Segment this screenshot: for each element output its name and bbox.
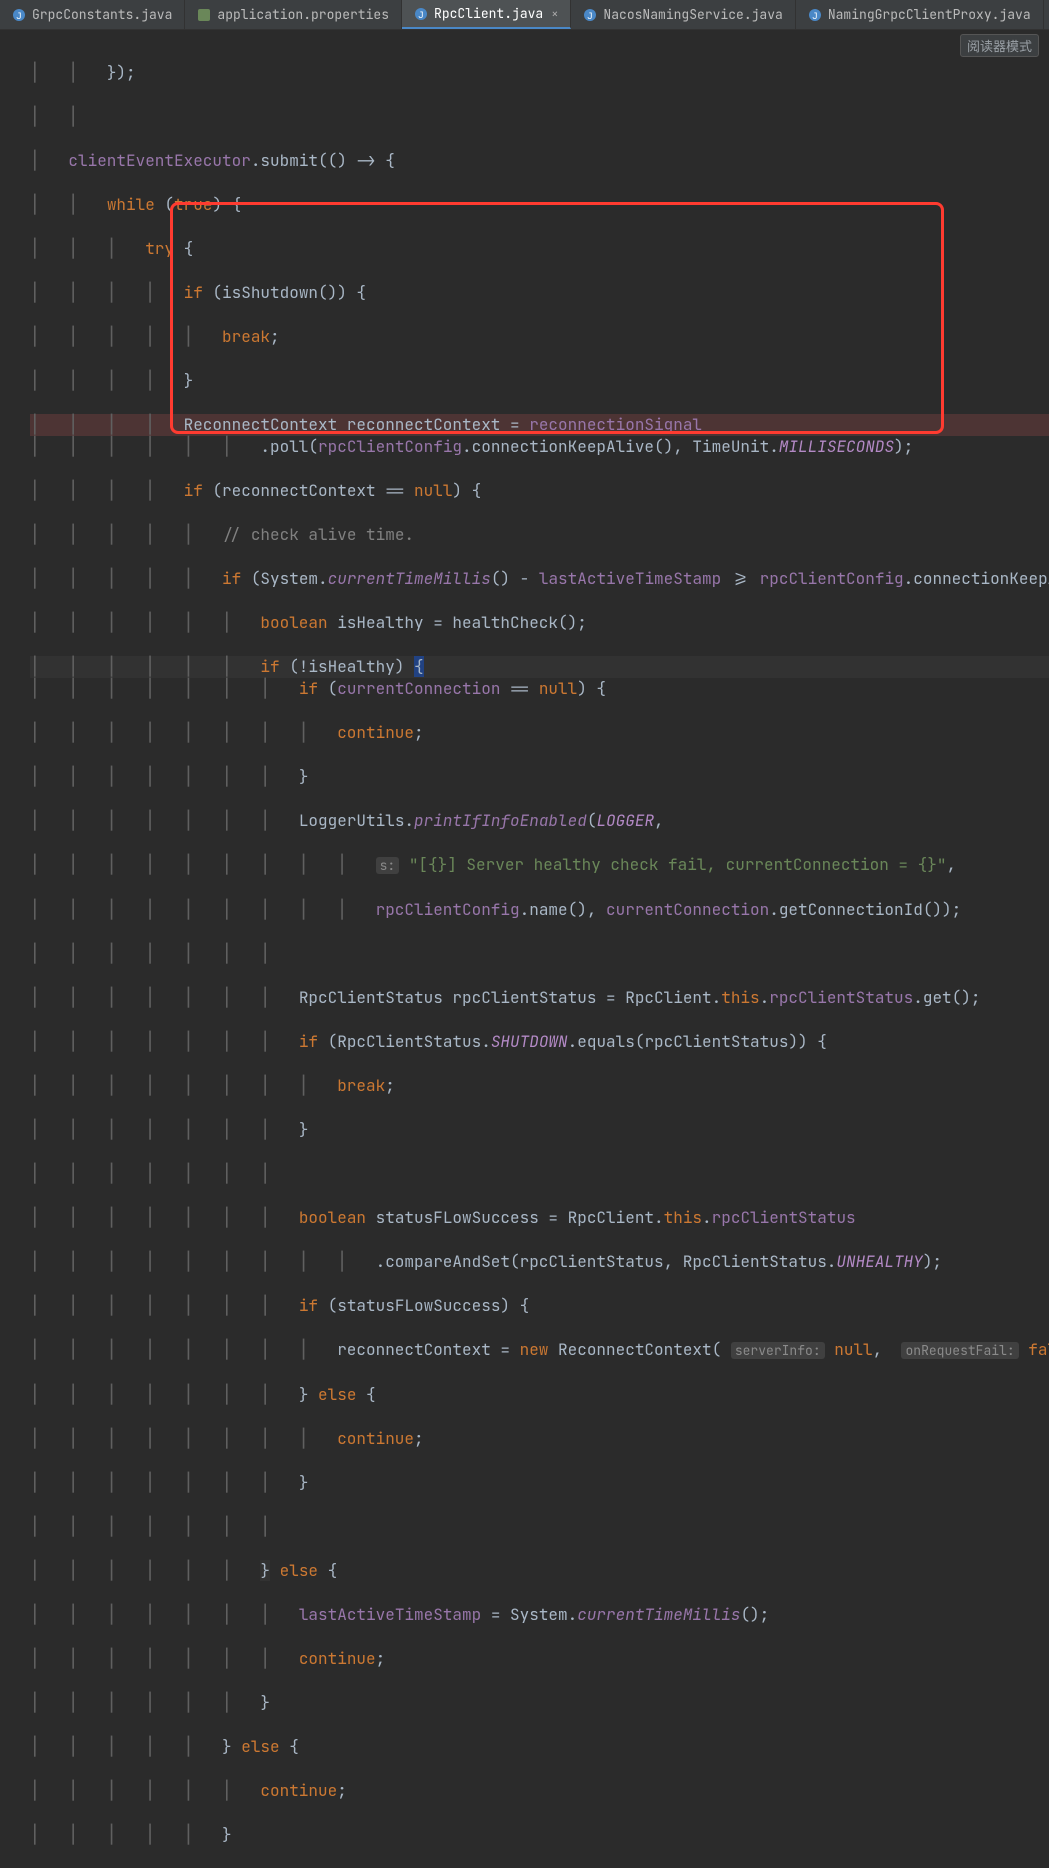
code-line: │ │ │ │ │ │ │ │ │ .compareAndSet(rpcClie… bbox=[30, 1251, 1049, 1273]
code-line: │ │ │ │ │ } else { bbox=[30, 1736, 1049, 1758]
svg-text:J: J bbox=[588, 10, 593, 22]
code-line: │ │ │ │ │ break; bbox=[30, 326, 1049, 348]
tab-label: application.properties bbox=[217, 6, 389, 23]
code-line: │ │ │ │ │ │ │ if (currentConnection == n… bbox=[30, 678, 1049, 700]
code-line: │ │ │ │ │ // check alive time. bbox=[30, 524, 1049, 546]
tab-naminggrpcclientproxy[interactable]: J NamingGrpcClientProxy.java bbox=[796, 0, 1044, 29]
code-line: │ │ │ │ │ } bbox=[30, 1824, 1049, 1846]
svg-text:J: J bbox=[812, 10, 817, 22]
code-line: │ │ │ │ │ │ │ │ continue; bbox=[30, 1428, 1049, 1450]
java-icon: J bbox=[12, 8, 26, 22]
tab-nacosnamingservice[interactable]: J NacosNamingService.java bbox=[571, 0, 795, 29]
code-line: │ │ │ │ │ │ boolean isHealthy = healthCh… bbox=[30, 612, 1049, 634]
code-line: │ │ │ │ │ │ │ } bbox=[30, 766, 1049, 788]
tab-grpcconstants[interactable]: J GrpcConstants.java bbox=[0, 0, 185, 29]
svg-text:J: J bbox=[418, 9, 423, 21]
code-line: │ │ │ │ if (reconnectContext == null) { bbox=[30, 480, 1049, 502]
code-line: │ │ │ │ │ │ } bbox=[30, 1692, 1049, 1714]
code-line-highlighted: │ │ │ │ ReconnectContext reconnectContex… bbox=[30, 414, 1049, 436]
code-line: │ │ │ │ │ │ │ if (statusFLowSuccess) { bbox=[30, 1295, 1049, 1317]
code-line: │ │ │ │ if (isShutdown()) { bbox=[30, 282, 1049, 304]
tab-label: NacosNamingService.java bbox=[603, 6, 782, 23]
code-line: │ │ │ │ │ if (System.currentTimeMillis()… bbox=[30, 568, 1049, 590]
code-line: │ │ │ │ │ │ │ continue; bbox=[30, 1648, 1049, 1670]
code-line: │ │ │ │ │ │ │ │ reconnectContext = new R… bbox=[30, 1339, 1049, 1362]
code-line: │ │ │ │ │ │ │ LoggerUtils.printIfInfoEna… bbox=[30, 810, 1049, 832]
code-line: │ │ │ │ │ │ │ │ │ s: "[{}] Server health… bbox=[30, 854, 1049, 877]
code-line: │ │ │ │ │ │ │ │ continue; bbox=[30, 722, 1049, 744]
code-line: │ │ │ │ │ │ │ } bbox=[30, 1119, 1049, 1141]
tab-label: GrpcConstants.java bbox=[32, 6, 172, 23]
code-line-caret: │ │ │ │ │ │ if (!isHealthy) { bbox=[30, 656, 1049, 678]
java-icon: J bbox=[808, 8, 822, 22]
code-line: │ │ }); bbox=[30, 62, 1049, 84]
code-line: │ │ │ │ │ │ │ boolean statusFLowSuccess … bbox=[30, 1207, 1049, 1229]
tab-application-properties[interactable]: application.properties bbox=[185, 0, 402, 29]
code-line: │ │ bbox=[30, 106, 1049, 128]
code-line: │ │ │ │ │ │ │ bbox=[30, 1516, 1049, 1538]
java-icon: J bbox=[583, 8, 597, 22]
param-hint: onRequestFail: bbox=[901, 1342, 1018, 1359]
code-editor[interactable]: │ │ }); │ │ │ clientEventExecutor.submit… bbox=[0, 30, 1049, 1868]
tab-rpcclientfactory[interactable]: J RpcClientFactory.java bbox=[1044, 0, 1049, 29]
close-icon[interactable]: × bbox=[551, 6, 558, 22]
code-line: │ │ │ │ │ │ │ │ │ rpcClientConfig.name()… bbox=[30, 899, 1049, 921]
svg-text:J: J bbox=[16, 10, 21, 22]
code-line: │ │ │ │ │ │ continue; bbox=[30, 1780, 1049, 1802]
param-hint: s: bbox=[376, 857, 400, 874]
code-line: │ │ │ │ │ │ │ } else { bbox=[30, 1384, 1049, 1406]
param-hint: serverInfo: bbox=[731, 1342, 825, 1359]
code-line: │ │ │ │ │ │ │ │ break; bbox=[30, 1075, 1049, 1097]
editor-tabs: J GrpcConstants.java application.propert… bbox=[0, 0, 1049, 30]
java-icon: J bbox=[414, 7, 428, 21]
code-line: │ │ while (true) { bbox=[30, 194, 1049, 216]
code-line: │ │ │ │ │ │ │ lastActiveTimeStamp = Syst… bbox=[30, 1604, 1049, 1626]
code-line: │ │ │ try { bbox=[30, 238, 1049, 260]
code-line: │ │ │ │ │ │ │ RpcClientStatus rpcClientS… bbox=[30, 987, 1049, 1009]
tab-label: NamingGrpcClientProxy.java bbox=[828, 6, 1031, 23]
tab-label: RpcClient.java bbox=[434, 5, 543, 22]
code-line: │ │ │ │ │ │ } else { bbox=[30, 1560, 1049, 1582]
props-icon bbox=[197, 8, 211, 22]
code-line: │ │ │ │ │ │ │ if (RpcClientStatus.SHUTDO… bbox=[30, 1031, 1049, 1053]
code-line: │ │ │ │ │ │ │ } bbox=[30, 1472, 1049, 1494]
code-line: │ clientEventExecutor.submit(() -> { bbox=[30, 150, 1049, 172]
code-line: │ │ │ │ │ │ .poll(rpcClientConfig.connec… bbox=[30, 436, 1049, 458]
tab-rpcclient[interactable]: J RpcClient.java × bbox=[402, 0, 571, 29]
code-line: │ │ │ │ │ │ │ bbox=[30, 943, 1049, 965]
code-line: │ │ │ │ │ │ │ bbox=[30, 1163, 1049, 1185]
code-line: │ │ │ │ } bbox=[30, 370, 1049, 392]
